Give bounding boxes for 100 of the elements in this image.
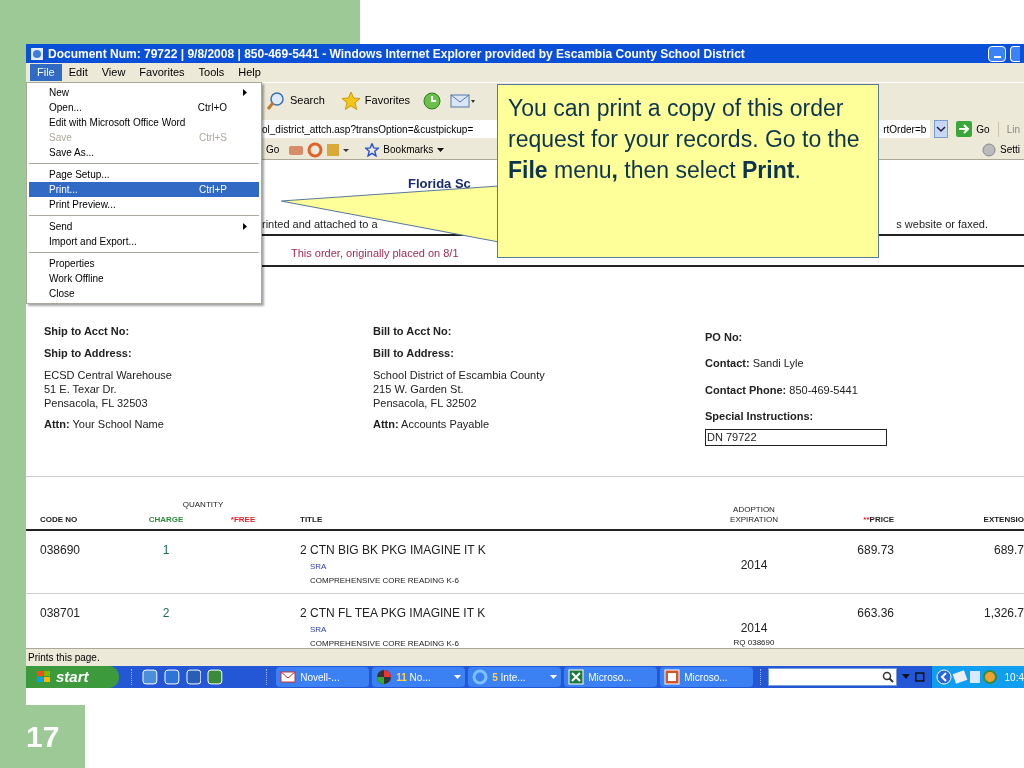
menu-item[interactable]: Favorites: [132, 64, 192, 81]
bookmarks-button[interactable]: Bookmarks: [361, 142, 449, 157]
windows-logo-icon: [36, 670, 52, 684]
field-label: Bill to Address:: [373, 346, 455, 361]
taskbar-button[interactable]: Microso...: [660, 667, 754, 687]
column-header: *FREE: [230, 514, 256, 524]
table-cell-text: 689.73: [856, 541, 894, 559]
menu-item[interactable]: Work Offline: [29, 271, 259, 286]
menu-item[interactable]: Send: [29, 219, 259, 234]
menu-item[interactable]: Edit: [61, 64, 95, 81]
taskbar-button[interactable]: Microso...: [564, 667, 658, 687]
menu-item[interactable]: Properties: [29, 256, 259, 271]
menu-item[interactable]: View: [94, 64, 133, 81]
column-header: CHARGE: [148, 514, 184, 524]
field-text: Attn: Your School Name: [44, 416, 165, 432]
address-line: Pensacola, FL 32502: [373, 395, 478, 410]
column-group-header: QUANTITY: [181, 498, 225, 511]
menu-item[interactable]: Help: [231, 64, 268, 81]
table-cell-text: 2: [161, 604, 171, 622]
field-text: Attn: Accounts Payable: [373, 416, 491, 432]
field-label: PO No:: [705, 329, 744, 345]
menu-item[interactable]: Print... Ctrl+P: [29, 182, 259, 197]
address-line: 215 W. Garden St.: [373, 381, 465, 396]
table-cell-text: 2014: [740, 619, 768, 637]
field-label: Ship to Address:: [44, 346, 133, 361]
notice-text: s website or faxed.: [896, 216, 988, 232]
go-button[interactable]: Go: [262, 142, 284, 157]
taskbar-button[interactable]: 11 No...: [372, 667, 466, 687]
table-cell: RQ 038690: [733, 636, 775, 648]
field-text: Contact Phone: 850-469-5441: [705, 382, 859, 398]
column-header: ADOPTION EXPIRATION: [729, 504, 779, 525]
favorites-button[interactable]: Favorites: [336, 90, 415, 111]
address-line: Pensacola, FL 32503: [44, 395, 149, 410]
column-header: TITLE: [300, 514, 323, 524]
circle-icon: [982, 142, 996, 157]
menu-item[interactable]: Save As...: [29, 145, 259, 160]
start-button[interactable]: start: [26, 666, 120, 688]
menu-item[interactable]: Page Setup...: [29, 167, 259, 182]
item-title: 2 CTN FL TEA PKG IMAGINE IT K: [300, 604, 487, 622]
page-heading: Florida Sc: [408, 176, 471, 191]
table-cell-text: 1: [161, 541, 171, 559]
field-text: Contact: Sandi Lyle: [705, 356, 805, 371]
mail-icon: [280, 669, 297, 685]
search-field[interactable]: [768, 668, 897, 686]
table-cell-text: 038690: [39, 541, 82, 559]
address-line: ECSD Central Warehouse: [44, 367, 173, 382]
program-label: COMPREHENSIVE CORE READING K-6: [309, 637, 460, 648]
menu-item[interactable]: Open... Ctrl+O: [29, 100, 259, 115]
minimize-button[interactable]: [988, 45, 1006, 62]
search-icon: [266, 90, 286, 111]
menu-item[interactable]: Close: [29, 286, 259, 301]
column-header: CODE NO: [40, 514, 78, 524]
address-field[interactable]: rtOrder=b: [879, 120, 931, 138]
arrow-icon: [956, 121, 973, 137]
table-cell-text: 689.7: [992, 541, 1024, 559]
caret-icon: [437, 147, 445, 152]
search-button[interactable]: Search: [262, 90, 329, 111]
go-button[interactable]: Go: [952, 121, 994, 137]
star-icon: [340, 90, 361, 111]
table-cell-text: 2014: [740, 556, 768, 574]
taskbar-button[interactable]: Novell-...: [276, 667, 370, 687]
menu-item[interactable]: New: [29, 85, 259, 100]
history-icon[interactable]: [422, 90, 443, 111]
address-line: 51 E. Texar Dr.: [44, 381, 118, 396]
clock: 10:4: [1004, 670, 1024, 685]
menu-item[interactable]: Import and Export...: [29, 234, 259, 249]
menu-item[interactable]: Print Preview...: [29, 197, 259, 212]
column-header: **PRICE: [863, 514, 894, 524]
field-label: Special Instructions:: [705, 409, 815, 424]
maximize-button[interactable]: [1010, 45, 1020, 62]
search-icon: [881, 671, 894, 683]
input-field[interactable]: DN 79722: [705, 428, 887, 446]
toolbar-icons-drawing: [287, 141, 350, 158]
toolbar-options-icon[interactable]: [900, 671, 927, 683]
notice-text: rinted and attached to a: [262, 216, 378, 232]
status-bar: Prints this page.: [26, 648, 1024, 666]
menu-item[interactable]: File: [30, 64, 62, 81]
settings-button[interactable]: Setti: [982, 142, 1020, 157]
tray-icons-drawing[interactable]: [935, 669, 998, 685]
publisher-label: SRA: [309, 560, 328, 573]
column-header: EXTENSIO: [983, 514, 1024, 524]
dropdown-icon[interactable]: [934, 120, 949, 138]
table-cell-text: 663.36: [856, 604, 894, 622]
globe-icon: [376, 669, 393, 685]
table-cell-text: 1,326.7: [982, 604, 1024, 622]
publisher-label: SRA: [309, 623, 328, 636]
modified-note: This order, originally placed on 8/1: [291, 247, 459, 259]
address-line: School District of Escambia County: [373, 367, 546, 382]
item-title: 2 CTN BIG BK PKG IMAGINE IT K: [300, 541, 487, 559]
menu-item[interactable]: Tools: [191, 64, 232, 81]
star-icon: [365, 142, 380, 157]
slide-number: 17: [26, 719, 60, 755]
field-label: Ship to Acct No:: [44, 323, 131, 339]
window-title: Document Num: 79722 | 9/8/2008 | 850-469-5441 - Windows Internet Explorer provided by Escambia County School District: [48, 45, 746, 63]
callout-text: You can print a copy of this order request for your records. Go to the File menu, then select Print.: [508, 94, 860, 185]
presentation-icon: [664, 669, 681, 685]
taskbar-button[interactable]: 5 Inte...: [468, 667, 562, 687]
table-cell-text: 038701: [39, 604, 82, 622]
program-label: COMPREHENSIVE CORE READING K-6: [309, 574, 460, 587]
field-label: Bill to Acct No:: [373, 323, 453, 339]
